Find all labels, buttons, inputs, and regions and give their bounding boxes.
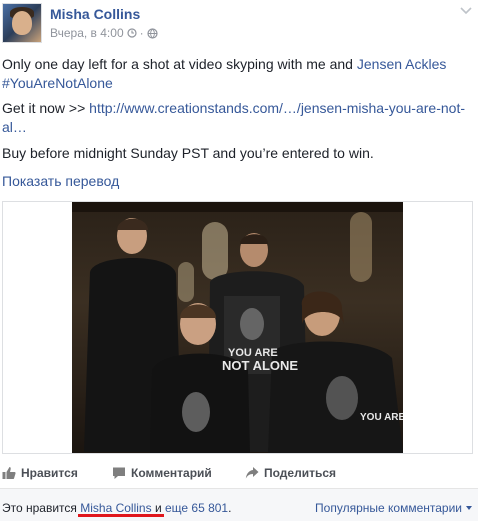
paragraph-1-text: Only one day left for a shot at video sk… [2,56,357,72]
comment-label: Комментарий [131,466,212,480]
likes-suffix: . [228,501,232,515]
facebook-post: Misha Collins Вчера, в 4:00 · Only one d… [0,0,478,521]
post-paragraph-3: Buy before midnight Sunday PST and you’r… [2,145,374,161]
post-paragraph-2: Get it now >> http://www.creationstands.… [2,99,472,137]
likes-prefix: Это нравится [2,501,81,515]
like-button[interactable]: Нравится [2,466,78,480]
post-photo-frame[interactable]: YOU ARE NOT ALONE YOU ARE [2,201,473,454]
share-button[interactable]: Поделиться [245,466,336,480]
share-label: Поделиться [264,466,337,480]
comment-sort-dropdown[interactable]: Популярные комментарии [315,501,472,515]
photo-illustration: YOU ARE NOT ALONE YOU ARE [72,202,403,453]
avatar-face [12,11,32,35]
hashtag-link[interactable]: #YouAreNotAlone [2,75,113,91]
thumbs-up-icon [2,467,16,479]
mention-link[interactable]: Jensen Ackles [357,56,447,72]
post-photo[interactable]: YOU ARE NOT ALONE YOU ARE [72,202,403,453]
shirt-text-3: YOU ARE [360,412,403,423]
post-paragraph-1: Only one day left for a shot at video sk… [2,55,472,93]
globe-icon[interactable] [147,27,158,39]
translate-link[interactable]: Показать перевод [2,173,119,189]
chevron-down-icon[interactable] [460,6,472,16]
caret-down-icon [466,506,472,510]
action-bar: Нравится Комментарий Поделиться [0,462,478,486]
other-likers-link[interactable]: еще 65 801 [165,501,228,515]
author-avatar[interactable] [2,3,42,43]
likes-middle: и [151,501,165,515]
post-meta: Вчера, в 4:00 · [50,26,158,40]
sort-label: Популярные комментарии [315,501,462,515]
comment-button[interactable]: Комментарий [112,466,212,480]
shirt-text-2: NOT ALONE [222,358,298,373]
likes-summary: Это нравится Misha Collins и еще 65 801. [2,501,231,515]
post-timestamp[interactable]: Вчера, в 4:00 [50,26,124,40]
share-arrow-icon [245,467,259,479]
highlight-underline [78,514,164,517]
clock-icon [127,28,137,38]
meta-separator: · [139,26,144,40]
like-label: Нравится [21,466,78,480]
comment-icon [113,467,125,479]
likes-bar: Это нравится Misha Collins и еще 65 801.… [0,489,478,521]
paragraph-2-prefix: Get it now >> [2,100,90,116]
author-name[interactable]: Misha Collins [50,6,140,22]
liker-name-link[interactable]: Misha Collins [80,501,151,515]
